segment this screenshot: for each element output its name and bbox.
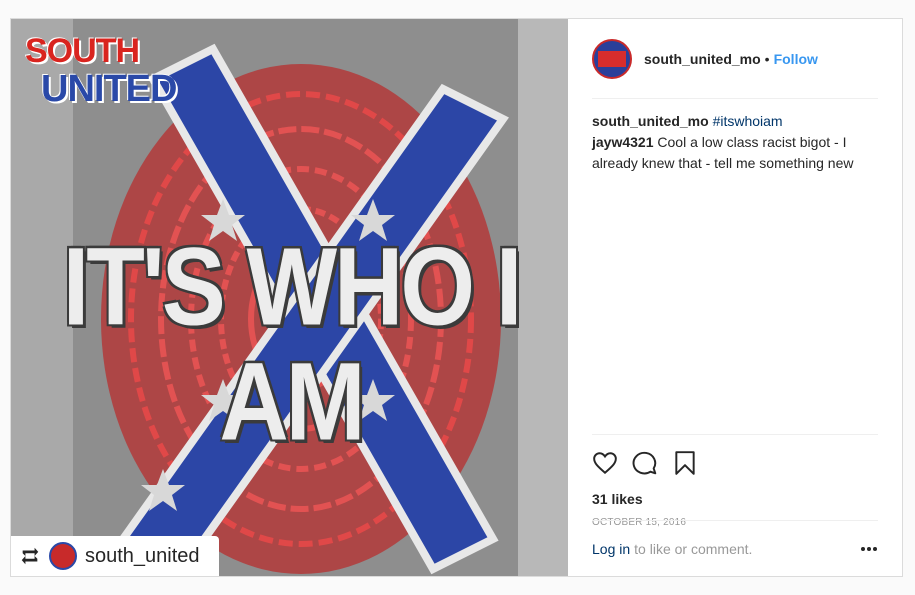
south-united-logo: SOUTH UNITED	[25, 32, 177, 133]
logo-text-top: SOUTH	[25, 32, 140, 70]
comment-item: south_united_mo #itswhoiam	[592, 111, 878, 132]
bookmark-icon[interactable]	[672, 450, 698, 476]
separator-dot: •	[764, 50, 770, 67]
header-username[interactable]: south_united_mo	[644, 51, 761, 67]
comment-username[interactable]: south_united_mo	[592, 113, 709, 129]
repost-username: south_united	[85, 544, 200, 567]
repost-icon	[21, 547, 39, 565]
more-options-icon[interactable]	[860, 546, 878, 552]
post-sidebar: south_united_mo • Follow south_united_mo…	[568, 19, 902, 576]
post-actions: 31 likes OCTOBER 15, 2016	[592, 434, 878, 528]
logo-text-bottom: UNITED	[41, 68, 177, 110]
comment-hashtag[interactable]: #itswhoiam	[713, 113, 783, 129]
heart-icon[interactable]	[592, 450, 618, 476]
repost-avatar	[49, 542, 77, 570]
post-header: south_united_mo • Follow	[592, 19, 878, 99]
comments-list: south_united_mo #itswhoiam jayw4321 Cool…	[592, 99, 878, 174]
comment-username[interactable]: jayw4321	[592, 134, 654, 150]
repost-badge[interactable]: south_united	[11, 536, 219, 576]
post-image[interactable]: SOUTH UNITED IT'S WHO I AM south_united	[11, 19, 568, 576]
avatar[interactable]	[592, 38, 632, 79]
login-prompt-text: to like or comment.	[634, 540, 753, 557]
likes-count[interactable]: 31 likes	[592, 491, 878, 507]
comment-item: jayw4321 Cool a low class racist bigot -…	[592, 132, 878, 174]
add-comment-bar: Log in to like or comment.	[592, 520, 878, 576]
comment-icon[interactable]	[632, 450, 658, 476]
image-headline: IT'S WHO I AM	[62, 225, 523, 464]
login-link[interactable]: Log in	[592, 541, 630, 557]
follow-button[interactable]: Follow	[774, 51, 818, 67]
action-icons-row	[592, 443, 878, 483]
instagram-post: SOUTH UNITED IT'S WHO I AM south_united …	[10, 18, 903, 577]
